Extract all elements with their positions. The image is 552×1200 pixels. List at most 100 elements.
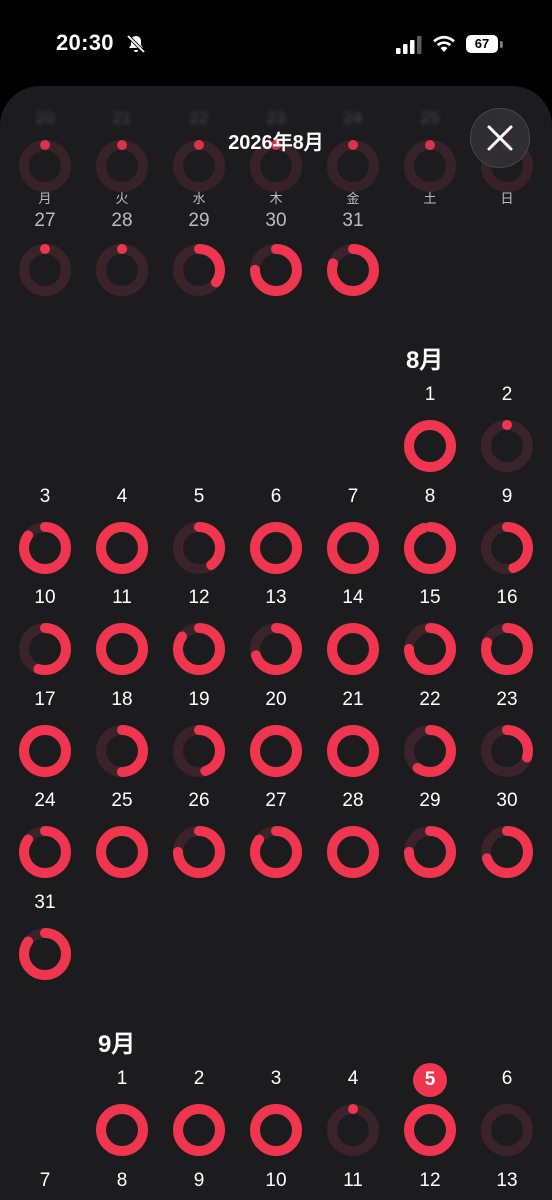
day-number-sep-1: 1 [116, 1068, 128, 1089]
weekday-label: 金 [346, 191, 360, 206]
weekday-label: 日 [500, 191, 514, 206]
day-ring-aug-28[interactable] [325, 824, 381, 880]
day-ring-aug-6[interactable] [248, 520, 304, 576]
day-number-aug-16: 16 [496, 587, 518, 608]
day-ring-aug-8[interactable] [402, 520, 458, 576]
day-ring-sep-4[interactable] [325, 1102, 381, 1158]
day-ring-jul-29[interactable] [171, 242, 227, 298]
day-ring-aug-21[interactable] [325, 723, 381, 779]
day-ring-sep-1[interactable] [94, 1102, 150, 1158]
day-number-aug-7: 7 [347, 485, 359, 507]
day-ring-aug-4[interactable] [94, 520, 150, 576]
day-ring-aug-11[interactable] [94, 621, 150, 677]
day-ring-aug-12[interactable] [171, 621, 227, 677]
day-number-aug-19: 19 [188, 688, 210, 710]
calendar-sheet: 2026年8月 20212223242526月火水木金土日27282930318… [0, 86, 552, 1200]
status-time: 20:30 [56, 30, 114, 55]
day-number-aug-15: 15 [419, 587, 441, 608]
weekday-label: 月 [38, 191, 52, 206]
day-number-aug-23: 23 [496, 688, 518, 710]
day-ring-aug-27[interactable] [248, 824, 304, 880]
day-number-aug-1: 1 [424, 384, 436, 405]
day-number-aug-2: 2 [501, 384, 513, 405]
day-ring-aug-30[interactable] [479, 824, 535, 880]
battery-icon: 67 [466, 35, 506, 55]
day-number-aug-29: 29 [419, 790, 441, 811]
day-number-aug-9: 9 [501, 485, 513, 507]
day-number-aug-22: 22 [419, 688, 441, 710]
wifi-icon [433, 35, 455, 52]
day-ring-aug-1[interactable] [402, 418, 458, 474]
day-number-aug-17: 17 [34, 688, 56, 710]
day-ring-aug-29[interactable] [402, 824, 458, 880]
day-ring-sep-2[interactable] [171, 1102, 227, 1158]
close-icon [487, 125, 513, 151]
day-number-aug-20: 20 [265, 688, 287, 710]
day-number-aug-10: 10 [34, 587, 56, 608]
day-number-aug-24: 24 [34, 790, 56, 811]
day-number-aug-12: 12 [188, 587, 210, 608]
day-ring-aug-17[interactable] [17, 723, 73, 779]
day-number-aug-18: 18 [111, 688, 133, 710]
day-number-jul-30: 30 [265, 210, 287, 231]
day-number-sep-5: 5 [424, 1069, 436, 1090]
day-ring-aug-14[interactable] [325, 621, 381, 677]
day-number-sep-9: 9 [193, 1169, 205, 1191]
day-ring-aug-23[interactable] [479, 723, 535, 779]
month-label-september: 9月 [98, 1031, 136, 1058]
day-ring-sep-3[interactable] [248, 1102, 304, 1158]
day-ring-aug-16[interactable] [479, 621, 535, 677]
day-ring-aug-25[interactable] [94, 824, 150, 880]
day-ring-aug-10[interactable] [17, 621, 73, 677]
day-ring-aug-18[interactable] [94, 723, 150, 779]
day-number-aug-5: 5 [193, 485, 205, 507]
day-ring-aug-20[interactable] [248, 723, 304, 779]
weekday-label: 木 [269, 191, 283, 206]
status-bar: 20:30 67 [0, 0, 552, 88]
close-button[interactable] [470, 108, 530, 168]
day-ring-aug-31[interactable] [17, 926, 73, 982]
day-number-sep-13: 13 [496, 1169, 518, 1191]
day-number-aug-21: 21 [342, 688, 364, 710]
day-ring-aug-26[interactable] [171, 824, 227, 880]
day-number-sep-2: 2 [193, 1068, 205, 1089]
day-number-jul-31: 31 [342, 210, 364, 231]
day-number-aug-31: 31 [34, 891, 56, 913]
today-badge[interactable]: 5 [413, 1063, 447, 1097]
day-ring-aug-22[interactable] [402, 723, 458, 779]
day-number-sep-10: 10 [265, 1169, 287, 1191]
day-number-sep-6: 6 [501, 1068, 513, 1089]
day-number-sep-12: 12 [419, 1169, 441, 1191]
bell-muted-icon [126, 34, 146, 54]
day-number-aug-11: 11 [112, 587, 132, 608]
day-ring-jul-31[interactable] [325, 242, 381, 298]
day-number-aug-14: 14 [342, 587, 364, 608]
battery-level: 67 [466, 35, 498, 53]
day-ring-aug-9[interactable] [479, 520, 535, 576]
cellular-signal-icon [396, 36, 422, 54]
day-number-sep-8: 8 [116, 1169, 128, 1191]
weekday-label: 水 [192, 191, 206, 206]
day-ring-aug-5[interactable] [171, 520, 227, 576]
day-number-aug-25: 25 [111, 790, 133, 811]
day-ring-sep-5[interactable] [402, 1102, 458, 1158]
day-ring-aug-7[interactable] [325, 520, 381, 576]
day-ring-aug-2[interactable] [479, 418, 535, 474]
day-number-aug-26: 26 [188, 790, 210, 811]
weekday-label: 火 [115, 191, 129, 206]
day-ring-jul-30[interactable] [248, 242, 304, 298]
day-ring-aug-24[interactable] [17, 824, 73, 880]
day-ring-jul-28[interactable] [94, 242, 150, 298]
day-ring-aug-15[interactable] [402, 621, 458, 677]
day-ring-sep-6[interactable] [479, 1102, 535, 1158]
day-ring-aug-3[interactable] [17, 520, 73, 576]
day-ring-jul-27[interactable] [17, 242, 73, 298]
day-number-sep-11: 11 [343, 1169, 363, 1191]
day-number-jul-28: 28 [111, 210, 133, 231]
day-number-sep-4: 4 [347, 1068, 359, 1089]
day-number-aug-6: 6 [270, 485, 282, 507]
day-number-sep-3: 3 [270, 1068, 282, 1089]
day-number-jul-29: 29 [188, 210, 210, 231]
day-ring-aug-13[interactable] [248, 621, 304, 677]
day-ring-aug-19[interactable] [171, 723, 227, 779]
